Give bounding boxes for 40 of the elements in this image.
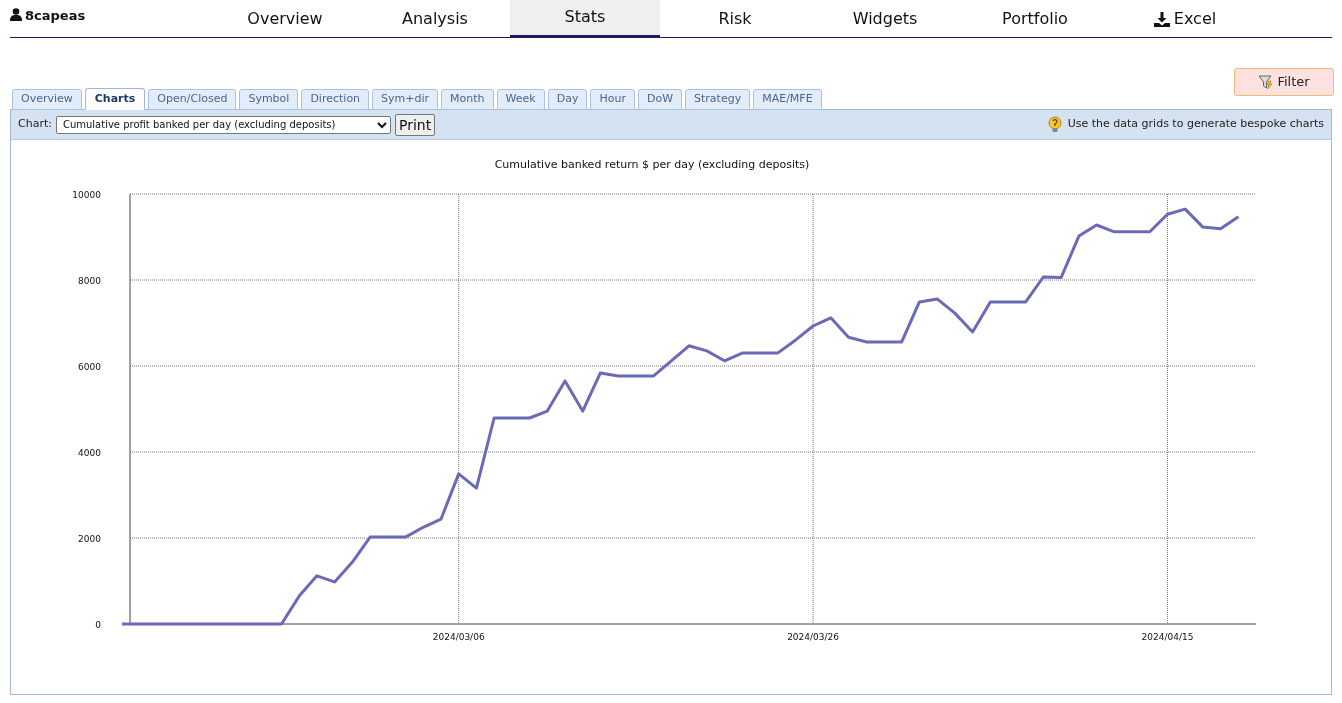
tab[interactable]: Overview <box>12 89 82 110</box>
chart-select[interactable]: Cumulative profit banked per day (excluding deposits) <box>55 115 391 134</box>
hint-text: Use the data grids to generate bespoke charts <box>1067 116 1324 133</box>
chart-title: Cumulative banked return $ per day (excluding deposits) <box>494 158 810 171</box>
tab[interactable]: Week <box>496 89 545 110</box>
nav-link[interactable]: Analysis <box>360 0 510 37</box>
download-icon <box>1153 11 1170 27</box>
y-axis-label: 0 <box>95 620 101 630</box>
y-axis-label: 2000 <box>78 534 101 544</box>
nav-link[interactable]: Risk <box>660 0 810 37</box>
tab[interactable]: Direction <box>301 89 370 110</box>
tab[interactable]: Strategy <box>685 89 751 110</box>
nav-link[interactable]: Portfolio <box>960 0 1110 37</box>
tab[interactable]: DoW <box>637 89 683 110</box>
tab[interactable]: Charts <box>84 88 146 110</box>
tab[interactable]: Symbol <box>239 89 299 110</box>
funnel-icon <box>1258 74 1275 90</box>
tab[interactable]: Sym+dir <box>372 89 439 110</box>
lightbulb-icon <box>1045 116 1064 133</box>
filter-button[interactable]: Filter <box>1234 68 1334 96</box>
user-icon <box>10 8 22 21</box>
chart-label: Chart: <box>18 116 52 133</box>
tab[interactable]: Open/Closed <box>148 89 237 110</box>
nav-link[interactable]: Widgets <box>810 0 960 37</box>
y-axis-label: 4000 <box>78 448 101 458</box>
y-axis-label: 10000 <box>72 190 101 200</box>
y-axis-label: 8000 <box>78 276 101 286</box>
print-button[interactable]: Print <box>394 113 436 136</box>
nav-link[interactable]: Stats <box>510 0 660 38</box>
x-axis-label: 2024/03/26 <box>787 632 839 642</box>
x-axis-label: 2024/04/15 <box>1141 632 1194 642</box>
nav-link[interactable]: Overview <box>210 0 360 37</box>
nav-link[interactable]: Excel <box>1110 0 1260 37</box>
username: 8capeas <box>25 8 86 24</box>
tab[interactable]: Month <box>441 89 494 110</box>
tab[interactable]: Day <box>547 89 588 110</box>
tab[interactable]: Hour <box>590 89 635 110</box>
x-axis-label: 2024/03/06 <box>432 632 485 642</box>
tab[interactable]: MAE/MFE <box>753 89 822 110</box>
y-axis-label: 6000 <box>78 362 101 372</box>
